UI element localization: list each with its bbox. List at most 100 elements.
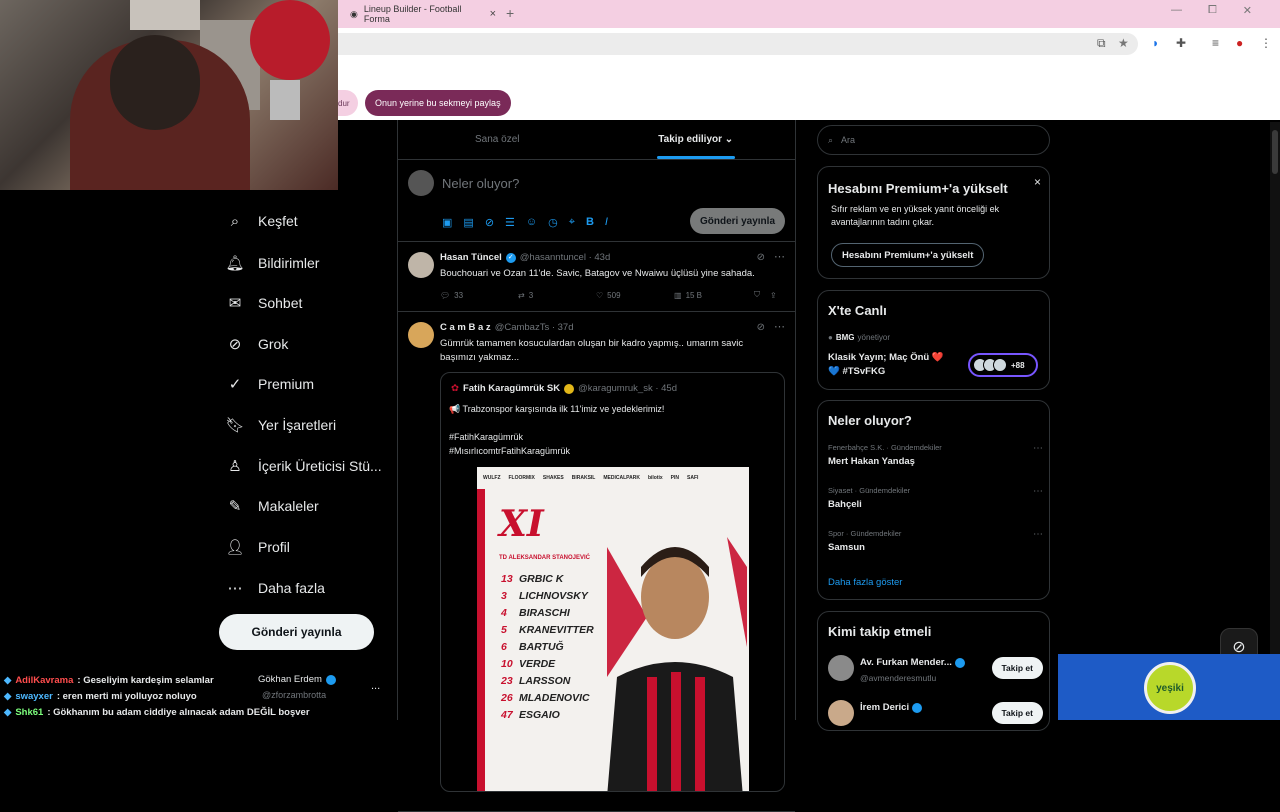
quoted-tweet[interactable]: ✿ Fatih Karagümrük SK @karagumruk_sk · 45d… bbox=[440, 372, 785, 792]
tweet-author[interactable]: C a m B a z bbox=[440, 322, 491, 333]
image-icon[interactable]: ▣ bbox=[442, 216, 452, 229]
compose-input[interactable]: Neler oluyor? bbox=[442, 176, 519, 191]
tweet[interactable]: C a m B a z @CambazTs · 37d ⊘ ⋯ Gümrük tam… bbox=[398, 312, 795, 812]
nav-item[interactable]: 🔖︎ Yer İşaretleri bbox=[225, 416, 336, 434]
nav-item[interactable]: ✉ Sohbet bbox=[226, 294, 303, 312]
stream-chat: ◆ AdilKavrama: Geseliyim kardeşim selamla… bbox=[0, 672, 395, 720]
trend-name: Bahçeli bbox=[828, 499, 862, 510]
grok-icon[interactable]: ⊘ bbox=[757, 322, 765, 333]
close-icon[interactable]: × bbox=[1034, 175, 1041, 189]
views-button[interactable]: ▥ 15 B bbox=[674, 290, 754, 300]
media-icon[interactable]: ≡ bbox=[1212, 36, 1219, 50]
nav-item[interactable]: 🔔︎ Bildirimler bbox=[225, 254, 319, 272]
schedule-icon[interactable]: ◷ bbox=[548, 216, 558, 229]
grok-icon[interactable]: ⊘ bbox=[485, 216, 494, 229]
view-count: 15 B bbox=[685, 290, 703, 300]
nav-item[interactable]: ⊘ Grok bbox=[226, 335, 289, 353]
repost-button[interactable]: ⇄ 3 bbox=[518, 290, 596, 300]
nav-item[interactable]: ⋯ Daha fazla bbox=[226, 579, 325, 597]
omnibox[interactable] bbox=[338, 33, 1138, 55]
show-more-link[interactable]: Daha fazla göster bbox=[828, 577, 902, 588]
sponsor-label: SAFI bbox=[687, 475, 699, 481]
close-window-icon[interactable]: ✕ bbox=[1243, 4, 1252, 17]
gif-icon[interactable]: ▤ bbox=[463, 216, 473, 229]
more-icon[interactable]: ⋯ bbox=[774, 320, 785, 333]
trend-item[interactable]: Siyaset · Gündemdekiler Bahçeli ⋯ bbox=[828, 486, 1043, 510]
tab-following[interactable]: Takip ediliyor ⌄ bbox=[597, 120, 796, 159]
scrollbar[interactable] bbox=[1270, 122, 1280, 720]
player-name: VERDE bbox=[519, 658, 556, 670]
italic-icon[interactable]: I bbox=[605, 216, 608, 229]
more-icon[interactable]: ⋯ bbox=[1033, 486, 1043, 497]
minimize-icon[interactable]: — bbox=[1171, 4, 1182, 17]
nav-item[interactable]: ✓ Premium bbox=[226, 375, 314, 393]
quote-handle: @karagumruk_sk · 45d bbox=[578, 383, 677, 394]
star-icon[interactable]: ★ bbox=[1118, 36, 1129, 50]
location-icon[interactable]: ⌖ bbox=[569, 216, 575, 229]
emoji-icon[interactable]: ☺ bbox=[526, 216, 537, 229]
live-card[interactable]: X'te Canlı ● BMG yönetiyor Klasik Yayın; M… bbox=[817, 290, 1050, 390]
lineup-image[interactable]: WULFZ FLOORMIX SHAKES BIRAKSIL MEDICALPARK bi… bbox=[477, 467, 749, 791]
grok-icon[interactable]: ⊘ bbox=[757, 252, 765, 263]
tab-close-icon[interactable]: × bbox=[490, 8, 496, 20]
window-controls: — ⧠ ✕ bbox=[1171, 4, 1280, 17]
player-row: 6 BARTUĞ bbox=[501, 639, 594, 656]
tweet[interactable]: Hasan Tüncel ✓ @hasanntuncel · 43d ⊘ ⋯ Bouc… bbox=[398, 242, 795, 312]
post-button[interactable]: Gönderi yayınla bbox=[219, 614, 374, 650]
tweet-author[interactable]: Hasan Tüncel bbox=[440, 252, 502, 263]
bold-icon[interactable]: B bbox=[586, 216, 594, 229]
cast-icon[interactable]: ◗ bbox=[1152, 36, 1159, 50]
search-placeholder: Ara bbox=[841, 135, 856, 145]
chat-badge-icon: ◆ bbox=[4, 690, 12, 702]
player-row: 4 BIRASCHI bbox=[501, 605, 594, 622]
tweet-handle: @CambazTs · 37d bbox=[494, 322, 574, 333]
like-button[interactable]: ♡ 509 bbox=[596, 290, 674, 300]
player-name: LICHNOVSKY bbox=[519, 590, 588, 602]
maximize-icon[interactable]: ⧠ bbox=[1208, 4, 1217, 17]
install-icon[interactable]: ⧉ bbox=[1097, 36, 1106, 51]
poll-icon[interactable]: ☰ bbox=[505, 216, 515, 229]
nav-item[interactable]: ✎ Makaleler bbox=[226, 497, 319, 515]
trend-item[interactable]: Fenerbahçe S.K. · Gündemdekiler Mert Haka… bbox=[828, 443, 1043, 467]
trend-item[interactable]: Spor · Gündemdekiler Samsun ⋯ bbox=[828, 529, 1043, 553]
premium-title: Hesabını Premium+'a yükselt bbox=[828, 181, 1008, 196]
nav-item[interactable]: ♙ İçerik Üreticisi Stü... bbox=[226, 457, 382, 475]
bookmark-icon[interactable]: ⛉ bbox=[754, 290, 760, 300]
nav-label: İçerik Üreticisi Stü... bbox=[258, 458, 382, 474]
heart-icon: ♡ bbox=[596, 290, 604, 300]
creator-icon: ♙ bbox=[228, 458, 242, 475]
premium-upgrade-button[interactable]: Hesabını Premium+'a yükselt bbox=[831, 243, 985, 267]
new-tab-button[interactable]: + bbox=[506, 5, 514, 21]
quote-author[interactable]: Fatih Karagümrük SK bbox=[463, 383, 560, 394]
more-icon[interactable]: ⋯ bbox=[774, 250, 785, 263]
bookmark-icon: 🔖︎ bbox=[225, 417, 245, 434]
more-icon[interactable]: ⋯ bbox=[1033, 443, 1043, 454]
mail-icon: ✉ bbox=[228, 295, 242, 312]
follow-button[interactable]: Takip et bbox=[991, 657, 1043, 679]
sponsor-logo: yeşiki bbox=[1144, 662, 1196, 714]
follow-button[interactable]: Takip et bbox=[991, 702, 1043, 724]
trend-category: Fenerbahçe S.K. · Gündemdekiler bbox=[828, 443, 942, 452]
scrollbar-thumb[interactable] bbox=[1272, 130, 1278, 174]
share-icon[interactable]: ⇪ bbox=[770, 290, 777, 300]
tab-title: Lineup Builder - Football Forma bbox=[363, 4, 462, 24]
browser-tab[interactable]: ◉ Lineup Builder - Football Forma × bbox=[340, 3, 500, 25]
reply-button[interactable]: 💬︎ 33 bbox=[440, 290, 518, 300]
live-listeners[interactable]: +88 bbox=[968, 353, 1038, 377]
grok-icon: ⊘ bbox=[228, 336, 242, 353]
compose-post-button[interactable]: Gönderi yayınla bbox=[690, 208, 785, 234]
player-number: 47 bbox=[501, 709, 513, 721]
avatar bbox=[408, 252, 434, 278]
player-number: 23 bbox=[501, 675, 513, 687]
profile-avatar-icon[interactable]: ● bbox=[1236, 36, 1243, 50]
trend-category: Siyaset · Gündemdekiler bbox=[828, 486, 911, 495]
nav-item[interactable]: 👤︎ Profil bbox=[225, 538, 289, 556]
avatar bbox=[408, 170, 434, 196]
extensions-icon[interactable]: ✚ bbox=[1176, 36, 1186, 50]
tab-for-you[interactable]: Sana özel bbox=[398, 120, 597, 159]
more-icon[interactable]: ⋯ bbox=[1033, 529, 1043, 540]
share-this-tab-button[interactable]: Onun yerine bu sekmeyi paylaş bbox=[365, 90, 511, 116]
nav-item[interactable]: ⌕ Keşfet bbox=[226, 212, 298, 230]
search-input[interactable]: ⌕ Ara bbox=[817, 125, 1050, 155]
menu-dots-icon[interactable]: ⋮ bbox=[1260, 36, 1272, 50]
